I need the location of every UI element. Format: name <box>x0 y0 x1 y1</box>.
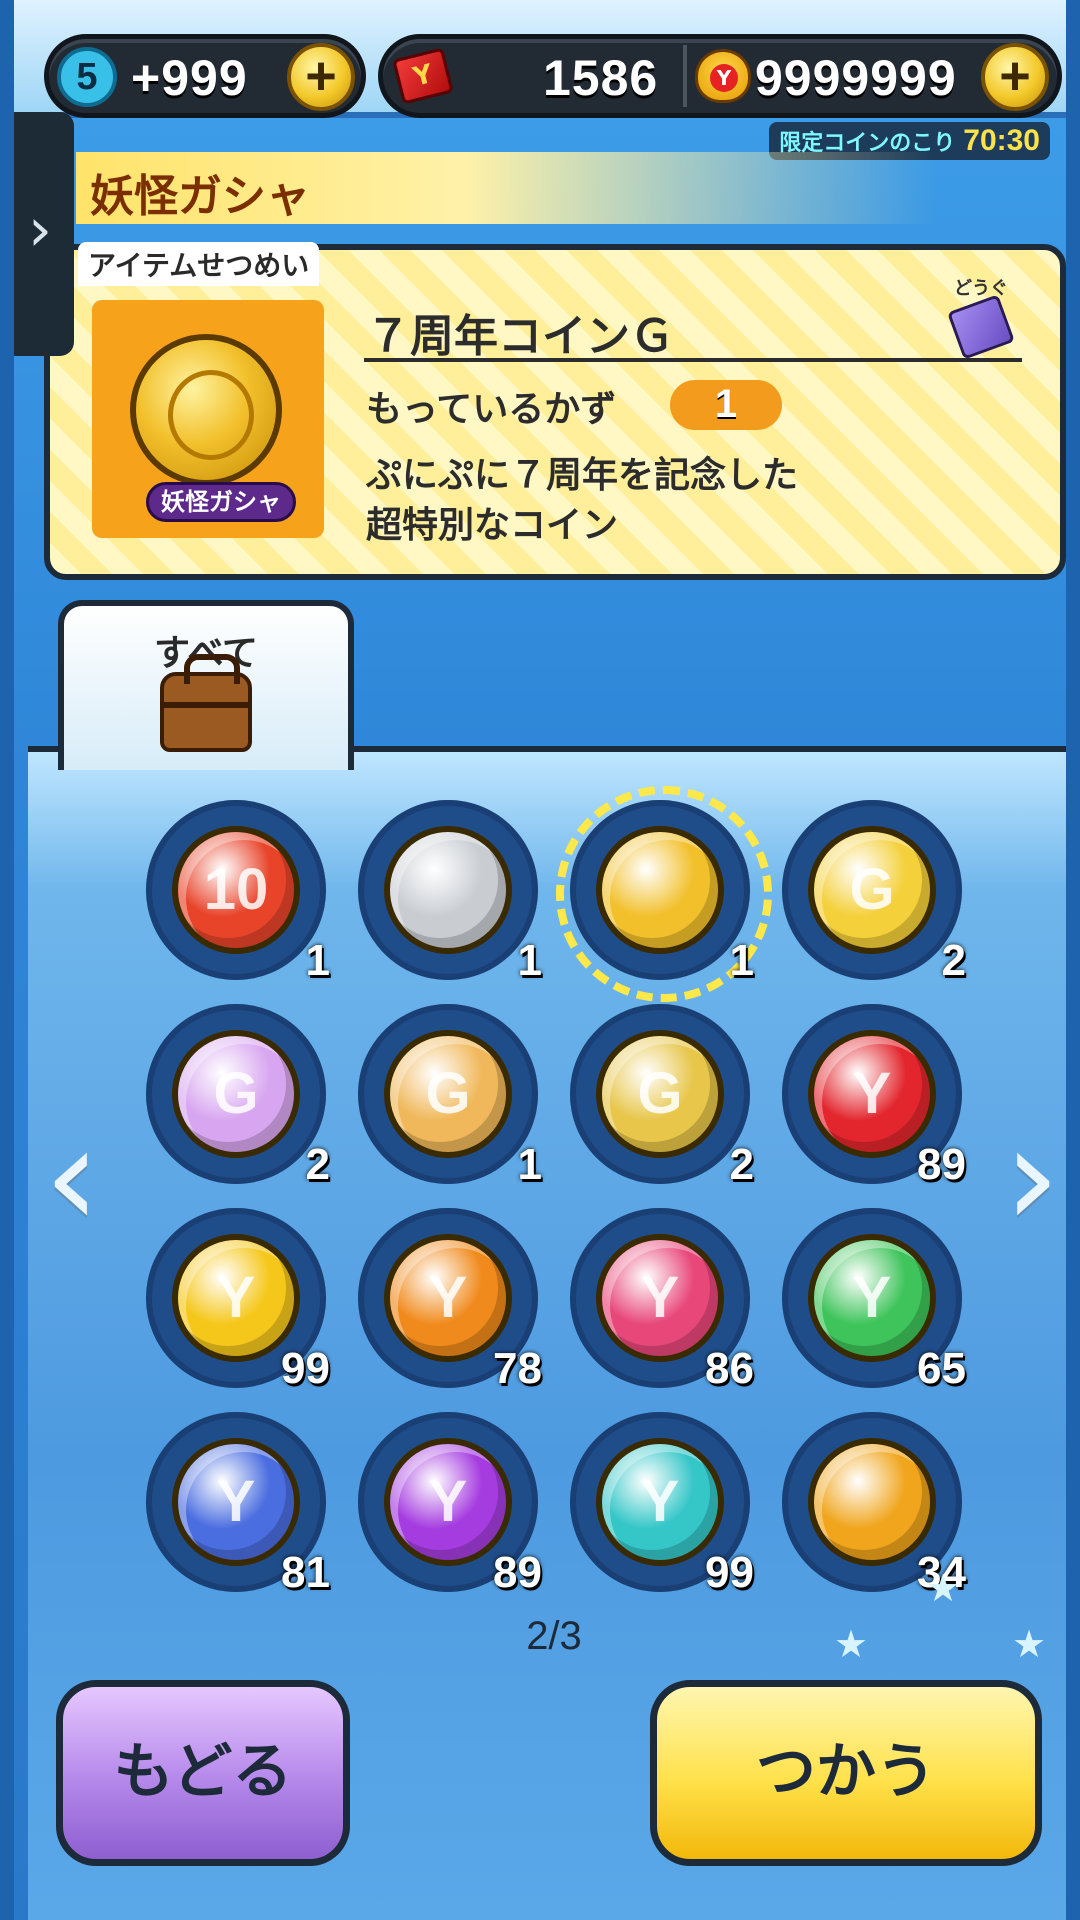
chevron-right-icon: › <box>28 195 52 265</box>
star-g-coin-navy-icon: G <box>596 1030 724 1158</box>
purple-y-coin-icon: Y <box>384 1438 512 1566</box>
ticket-icon: Y <box>392 47 454 105</box>
prev-page-arrow[interactable]: ‹ <box>42 1098 102 1268</box>
coin-count: 86 <box>705 1344 754 1393</box>
coin-slot[interactable]: 10 1 <box>146 800 330 985</box>
coin-slot[interactable]: Y 65 <box>782 1208 966 1393</box>
gold-coin-icon <box>596 826 724 954</box>
pink-y-coin-icon: Y <box>596 1234 724 1362</box>
owned-count-value: 1 <box>670 380 782 430</box>
10-coin-icon: 10 <box>172 826 300 954</box>
side-menu-tab[interactable]: › <box>14 112 74 356</box>
money-value: 9999999 <box>755 50 957 106</box>
green-y-coin-icon: Y <box>808 1234 936 1362</box>
ticket-value: 1586 <box>543 50 659 106</box>
orange-y-coin-icon: Y <box>384 1234 512 1362</box>
coin-slot[interactable]: 34 <box>782 1412 966 1597</box>
coin-slot[interactable]: Y 99 <box>146 1208 330 1393</box>
star-g-coin-multi-icon: G <box>384 1030 512 1158</box>
title-band: 妖怪ガシャ <box>76 152 936 224</box>
coin-slot[interactable]: Y 89 <box>782 1004 966 1189</box>
coin-count: 99 <box>705 1548 754 1597</box>
coin-slot[interactable]: Y 99 <box>570 1412 754 1597</box>
item-description-line2: 超特別なコイン <box>366 505 619 546</box>
item-name: ７周年コインＧ <box>366 311 674 362</box>
tab-all[interactable]: すべて <box>58 600 354 770</box>
coin-count: 2 <box>305 1140 330 1189</box>
coin-count: 78 <box>493 1344 542 1393</box>
coin-count: 89 <box>493 1548 542 1597</box>
coin-count: 99 <box>281 1344 330 1393</box>
currency-divider <box>683 45 687 107</box>
tool-category-label: どうぐ <box>954 278 1008 299</box>
coin-count: 1 <box>729 936 754 985</box>
coin-count: 81 <box>281 1548 330 1597</box>
fire-coin-icon <box>808 1438 936 1566</box>
coin-slot[interactable]: 1 <box>556 786 772 1002</box>
stamina-display: 5 +999 + <box>44 34 366 118</box>
item-section-label: アイテムせつめい <box>78 242 320 286</box>
gacha-badge: 妖怪ガシャ <box>146 482 296 522</box>
game-frame: 5 +999 + Y 1586 Y 9999999 + 限定コインのこり 70:3… <box>0 0 1080 1920</box>
coin-count: 1 <box>305 936 330 985</box>
coin-slot[interactable]: G1 <box>358 1004 542 1189</box>
back-button[interactable]: もどる <box>56 1680 350 1866</box>
ticket-tool-icon <box>947 294 1015 360</box>
star-decoration-icon: ★ <box>926 1566 961 1610</box>
star-g-coin-icon: G <box>808 826 936 954</box>
coin-count: 1 <box>517 936 542 985</box>
page-title: 妖怪ガシャ <box>90 171 310 222</box>
blue-y-coin-icon: Y <box>172 1438 300 1566</box>
limited-coin-time: 70:30 <box>963 124 1040 157</box>
tool-category: どうぐ <box>936 274 1026 364</box>
item-thumbnail: 妖怪ガシャ <box>92 300 324 538</box>
ymoney-icon: Y <box>695 49 751 103</box>
stamina-value: +999 <box>131 50 248 106</box>
coin-slot[interactable]: G2 <box>782 800 966 985</box>
page-indicator: 2/3 <box>526 1614 582 1658</box>
coin-slot[interactable]: G2 <box>146 1004 330 1189</box>
coin-count: 89 <box>917 1140 966 1189</box>
add-money-button[interactable]: + <box>981 43 1049 111</box>
coin-slot[interactable]: Y 81 <box>146 1412 330 1597</box>
coin-slot[interactable]: G2 <box>570 1004 754 1189</box>
cyan-y-coin-icon: Y <box>596 1438 724 1566</box>
item-name-underline <box>364 358 1022 362</box>
coin-count: 65 <box>917 1344 966 1393</box>
top-bar: 5 +999 + Y 1586 Y 9999999 + <box>14 0 1066 118</box>
stamina-icon: 5 <box>57 47 117 107</box>
owned-count-label: もっているかず <box>366 389 617 430</box>
add-stamina-button[interactable]: + <box>287 43 355 111</box>
next-page-arrow[interactable]: › <box>1002 1098 1062 1268</box>
coin-count: 2 <box>941 936 966 985</box>
bag-icon <box>160 654 252 752</box>
item-description-panel: 妖怪ガシャ ７周年コインＧ どうぐ もっているかず 1 ぷにぷに７周年を記念した… <box>44 244 1066 580</box>
coin-slot[interactable]: Y 89 <box>358 1412 542 1597</box>
gold-coin-icon <box>130 334 282 486</box>
red-y-coin-icon: Y <box>808 1030 936 1158</box>
star-g-coin-purple-icon: G <box>172 1030 300 1158</box>
coin-count: 2 <box>729 1140 754 1189</box>
item-description-line1: ぷにぷに７周年を記念した <box>366 455 799 496</box>
coin-slot[interactable]: Y 78 <box>358 1208 542 1393</box>
coin-slot[interactable]: Y 86 <box>570 1208 754 1393</box>
silver-coin-icon <box>384 826 512 954</box>
yellow-y-coin-icon: Y <box>172 1234 300 1362</box>
coin-count: 1 <box>517 1140 542 1189</box>
use-button[interactable]: つかう <box>650 1680 1042 1866</box>
coin-slot[interactable]: 1 <box>358 800 542 985</box>
currency-display: Y 1586 Y 9999999 + <box>378 34 1062 118</box>
